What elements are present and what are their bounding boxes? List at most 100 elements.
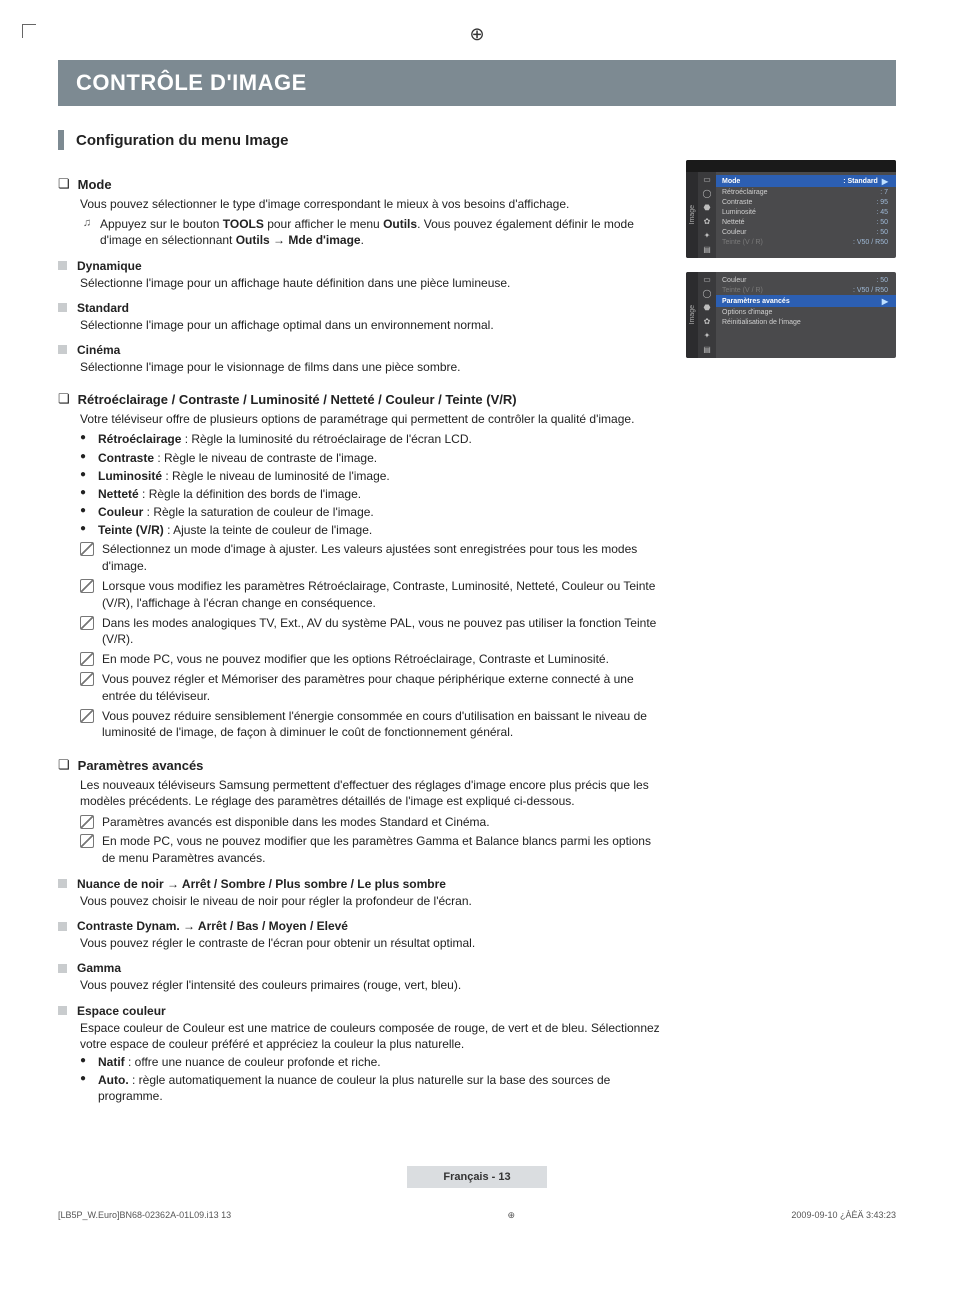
- circle-icon: ◯: [703, 290, 712, 298]
- sub-desc: Sélectionne l'image pour le visionnage d…: [80, 359, 666, 375]
- osd-row[interactable]: Couleur: 50: [716, 227, 896, 237]
- list-item: Natif : offre une nuance de couleur prof…: [80, 1054, 666, 1070]
- osd-row[interactable]: Options d'image: [716, 307, 896, 317]
- antenna-icon: ✦: [704, 232, 711, 240]
- chevron-right-icon: ▶: [882, 297, 888, 306]
- espace-bullets: Natif : offre une nuance de couleur prof…: [80, 1054, 666, 1105]
- txt: : Standard: [843, 178, 878, 185]
- list-item: Paramètres avancés est disponible dans l…: [80, 814, 666, 831]
- list-item: Dans les modes analogiques TV, Ext., AV …: [80, 615, 666, 649]
- list-item: Rétroéclairage : Règle la luminosité du …: [80, 431, 666, 447]
- list-item: Sélectionnez un mode d'image à ajuster. …: [80, 541, 666, 575]
- square-icon: [58, 261, 67, 270]
- square-icon: [58, 964, 67, 973]
- square-icon: [58, 303, 67, 312]
- osd-row-empty: [716, 327, 896, 337]
- square-bullet-icon: ❏: [58, 757, 70, 773]
- osd-category-label: Image: [686, 172, 698, 258]
- txt: Rétroéclairage: [98, 432, 181, 446]
- osd-row[interactable]: Couleur: 50: [716, 275, 896, 285]
- q-advanced: ❏ Paramètres avancés: [58, 757, 666, 773]
- mode-intro: Vous pouvez sélectionner le type d'image…: [80, 196, 666, 212]
- input-icon: ▤: [703, 346, 711, 354]
- square-icon: [58, 922, 67, 931]
- sub-espace: Espace couleur: [58, 1004, 666, 1018]
- osd-row[interactable]: Contraste: 95: [716, 197, 896, 207]
- txt: Image: [689, 305, 696, 324]
- osd-row[interactable]: Luminosité: 45: [716, 207, 896, 217]
- list-item: Netteté : Règle la définition des bords …: [80, 486, 666, 502]
- txt: : Règle la saturation de couleur de l'im…: [143, 505, 373, 519]
- txt: pour afficher le menu: [264, 217, 383, 231]
- crop-mark-top-left: [22, 24, 36, 38]
- chapter-title: CONTRÔLE D'IMAGE: [58, 60, 896, 106]
- txt: Netteté: [722, 219, 876, 226]
- txt: : 50: [876, 219, 888, 226]
- gear-icon: ✿: [704, 318, 711, 326]
- square-icon: [58, 1006, 67, 1015]
- txt: : 95: [876, 199, 888, 206]
- list-item: En mode PC, vous ne pouvez modifier que …: [80, 651, 666, 668]
- page-number: Français - 13: [407, 1166, 547, 1188]
- txt: Luminosité: [98, 469, 162, 483]
- sub-desc: Vous pouvez régler le contraste de l'écr…: [80, 935, 666, 951]
- sub-desc: Sélectionne l'image pour un affichage ha…: [80, 275, 666, 291]
- footer-right: 2009-09-10 ¿ÀÈÄ 3:43:23: [791, 1210, 896, 1221]
- list-item: Vous pouvez réduire sensiblement l'énerg…: [80, 708, 666, 742]
- txt: .: [361, 233, 364, 247]
- mode-title: Mode: [78, 177, 112, 192]
- txt: : règle automatiquement la nuance de cou…: [98, 1073, 610, 1103]
- txt: : Règle la définition des bords de l'ima…: [139, 487, 361, 501]
- advanced-intro: Les nouveaux téléviseurs Samsung permett…: [80, 777, 666, 809]
- drop-icon: ⬣: [704, 204, 711, 212]
- sub-cinema: Cinéma: [58, 343, 666, 357]
- section-heading-text: Configuration du menu Image: [76, 132, 289, 149]
- txt: Couleur: [722, 229, 876, 236]
- osd-row[interactable]: Réinitialisation de l'image: [716, 317, 896, 327]
- circle-icon: ◯: [703, 190, 712, 198]
- tools-note: ♫ Appuyez sur le bouton TOOLS pour affic…: [80, 216, 666, 248]
- txt: Outils: [383, 217, 417, 231]
- sub-desc: Espace couleur de Couleur est une matric…: [80, 1020, 666, 1052]
- osd-category-label: Image: [686, 272, 698, 358]
- list-item: Couleur : Règle la saturation de couleur…: [80, 504, 666, 520]
- sub-title: Espace couleur: [77, 1004, 166, 1018]
- page: ⊕ CONTRÔLE D'IMAGE Configuration du menu…: [0, 0, 954, 1251]
- section-heading: Configuration du menu Image: [58, 130, 896, 150]
- retro-title: Rétroéclairage / Contraste / Luminosité …: [78, 392, 517, 407]
- advanced-notes: Paramètres avancés est disponible dans l…: [80, 814, 666, 867]
- osd-row[interactable]: Rétroéclairage: 7: [716, 187, 896, 197]
- retro-intro: Votre téléviseur offre de plusieurs opti…: [80, 411, 666, 427]
- sub-nuance: Nuance de noir → Arrêt / Sombre / Plus s…: [58, 877, 666, 891]
- txt: Couleur: [98, 505, 143, 519]
- txt: : offre une nuance de couleur profonde e…: [125, 1055, 381, 1069]
- heading-marker: [58, 130, 64, 150]
- osd-list: Couleur: 50 Teinte (V / R): V50 / R50 Pa…: [716, 272, 896, 358]
- txt: : Règle le niveau de luminosité de l'ima…: [162, 469, 390, 483]
- osd-row-empty: [716, 337, 896, 347]
- sub-title: Nuance de noir → Arrêt / Sombre / Plus s…: [77, 877, 446, 891]
- txt: : Règle le niveau de contraste de l'imag…: [154, 451, 377, 465]
- txt: Contraste: [98, 451, 154, 465]
- txt: Auto.: [98, 1073, 129, 1087]
- osd-row-mode[interactable]: Mode: Standard▶: [716, 175, 896, 187]
- osd-row-advanced[interactable]: Paramètres avancés▶: [716, 295, 896, 307]
- tools-icon: ♫: [80, 216, 94, 248]
- osd-row[interactable]: Netteté: 50: [716, 217, 896, 227]
- txt: : 50: [876, 277, 888, 284]
- sub-title: Cinéma: [77, 343, 120, 357]
- sub-title: Contraste Dynam. → Arrêt / Bas / Moyen /…: [77, 919, 348, 933]
- sub-dynamique: Dynamique: [58, 259, 666, 273]
- sub-standard: Standard: [58, 301, 666, 315]
- osd-panel-1: Image ▭ ◯ ⬣ ✿ ✦ ▤ Mode: Standard▶ Rétroé…: [686, 160, 896, 258]
- footer-meta: [LB5P_W.Euro]BN68-02362A-01L09.i13 13 ⊕ …: [58, 1210, 896, 1221]
- sub-title: Dynamique: [77, 259, 142, 273]
- osd-row-disabled: Teinte (V / R): V50 / R50: [716, 285, 896, 295]
- sub-title: Standard: [77, 301, 129, 315]
- osd-row-disabled: Teinte (V / R): V50 / R50: [716, 237, 896, 247]
- txt: : V50 / R50: [853, 287, 888, 294]
- txt: TOOLS: [223, 217, 264, 231]
- txt: Appuyez sur le bouton: [100, 217, 223, 231]
- list-item: Vous pouvez régler et Mémoriser des para…: [80, 671, 666, 705]
- footer-left: [LB5P_W.Euro]BN68-02362A-01L09.i13 13: [58, 1210, 231, 1221]
